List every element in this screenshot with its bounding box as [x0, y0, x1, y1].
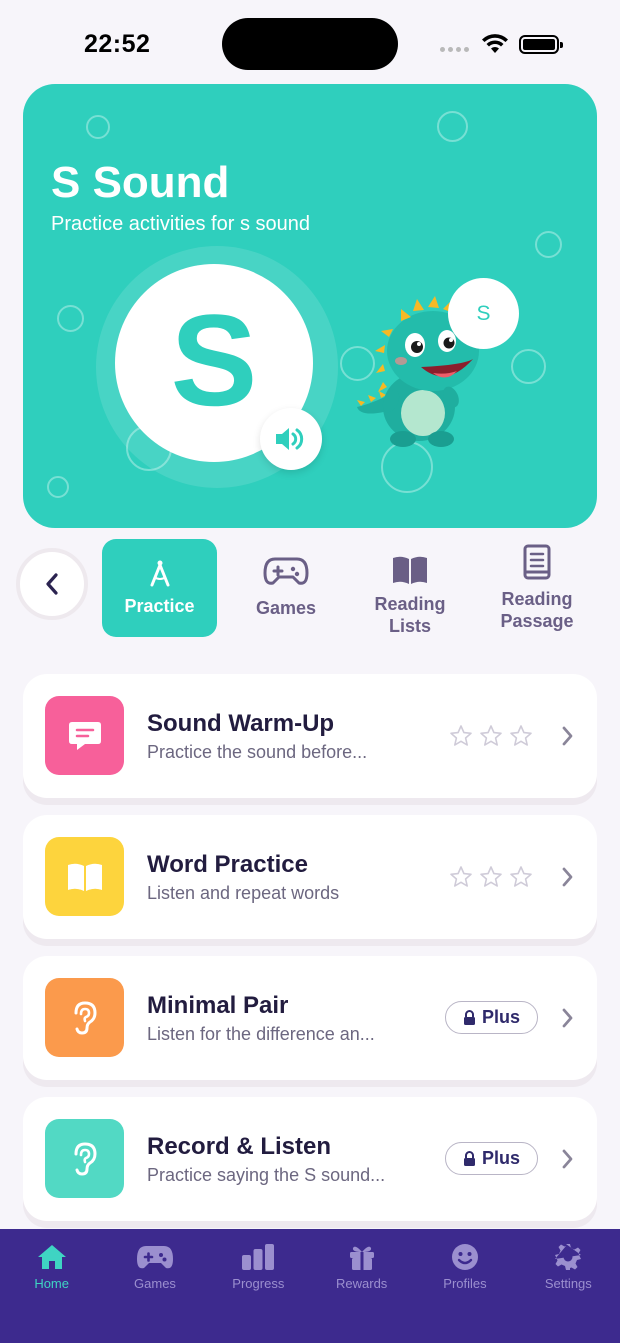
tab-label: Reading Lists [374, 594, 446, 636]
activity-icon-tile [45, 696, 124, 775]
page-subtitle: Practice activities for s sound [51, 213, 310, 235]
decorative-bubble [86, 115, 110, 139]
activity-icon-tile [45, 1119, 124, 1198]
speech-letter: S [476, 301, 491, 325]
tab-practice[interactable]: Practice [102, 539, 217, 637]
star-empty-icon [450, 725, 472, 746]
smiley-icon [451, 1244, 478, 1270]
bottom-nav: Home Games Progress Rewards Profiles Set… [0, 1229, 620, 1343]
wifi-icon [482, 34, 508, 53]
play-sound-button[interactable] [260, 408, 322, 470]
ear-icon [74, 1000, 97, 1035]
book-icon [523, 544, 551, 580]
activity-card-sound-warm-up[interactable]: Sound Warm-Up Practice the sound before.… [23, 674, 597, 798]
star-empty-icon [510, 866, 532, 887]
activity-description: Practice the sound before... [147, 742, 368, 762]
activity-icon-tile [45, 837, 124, 916]
activity-title: Record & Listen [147, 1133, 332, 1160]
chat-bubble-icon [68, 721, 101, 750]
book-icon [67, 863, 102, 891]
compass-icon [150, 560, 169, 587]
star-empty-icon [510, 725, 532, 746]
nav-games[interactable]: Games [103, 1229, 206, 1343]
speech-bubble: S [448, 278, 519, 349]
nav-label: Home [34, 1276, 69, 1291]
activity-description: Practice saying the S sound... [147, 1165, 386, 1185]
nav-profiles[interactable]: Profiles [413, 1229, 516, 1343]
gamepad-icon [136, 1246, 173, 1269]
chevron-right-icon [562, 867, 573, 887]
lock-icon [463, 1009, 475, 1025]
chevron-right-icon [562, 1008, 573, 1028]
activity-title: Word Practice [147, 851, 308, 878]
plus-badge: Plus [445, 1142, 538, 1175]
activity-description: Listen for the difference an... [147, 1024, 375, 1044]
nav-label: Games [134, 1276, 176, 1291]
plus-badge-label: Plus [481, 1148, 520, 1168]
tab-label: Practice [124, 596, 195, 616]
activity-icon-tile [45, 978, 124, 1057]
chevron-right-icon [562, 726, 573, 746]
activity-title: Minimal Pair [147, 992, 289, 1019]
back-button[interactable] [16, 548, 88, 620]
status-bar: 22:52 [0, 0, 620, 84]
nav-label: Settings [544, 1276, 592, 1291]
gamepad-icon [263, 557, 309, 585]
nav-label: Profiles [443, 1276, 487, 1291]
target-letter: S [170, 287, 258, 433]
activity-title: Sound Warm-Up [147, 710, 335, 737]
home-icon [37, 1245, 66, 1269]
activity-description: Listen and repeat words [147, 883, 340, 903]
gear-icon [555, 1244, 582, 1270]
star-rating [449, 724, 533, 748]
page-title: S Sound [51, 158, 230, 207]
lock-icon [463, 1150, 475, 1166]
decorative-bubble [511, 349, 546, 384]
bar-chart-icon [242, 1244, 275, 1270]
tab-reading-lists[interactable]: Reading Lists [360, 539, 460, 637]
sound-hero-card: S Sound Practice activities for s sound … [23, 84, 597, 528]
signal-icon [440, 47, 469, 52]
dynamic-island [222, 18, 398, 70]
nav-home[interactable]: Home [0, 1229, 103, 1343]
book-open-icon [393, 556, 427, 584]
decorative-bubble [57, 305, 84, 332]
plus-badge: Plus [445, 1001, 538, 1034]
nav-progress[interactable]: Progress [207, 1229, 310, 1343]
activity-card-minimal-pair[interactable]: Minimal Pair Listen for the difference a… [23, 956, 597, 1080]
star-empty-icon [480, 725, 502, 746]
activity-card-word-practice[interactable]: Word Practice Listen and repeat words [23, 815, 597, 939]
chevron-left-icon [46, 573, 58, 595]
speaker-icon [276, 428, 304, 450]
battery-icon [519, 35, 563, 54]
ear-icon [74, 1141, 97, 1176]
nav-rewards[interactable]: Rewards [310, 1229, 413, 1343]
nav-label: Progress [232, 1276, 285, 1291]
gift-icon [349, 1246, 374, 1270]
plus-badge-label: Plus [481, 1007, 520, 1027]
decorative-bubble [47, 476, 69, 498]
tab-label: Reading Passage [500, 589, 574, 631]
tab-reading-passage[interactable]: Reading Passage [487, 539, 587, 637]
activity-tabs: Practice Games Reading Lists Reading Pas… [0, 530, 620, 650]
activity-card-record-listen[interactable]: Record & Listen Practice saying the S so… [23, 1097, 597, 1221]
chevron-right-icon [562, 1149, 573, 1169]
decorative-bubble [535, 231, 562, 258]
nav-settings[interactable]: Settings [517, 1229, 620, 1343]
star-empty-icon [450, 866, 472, 887]
tab-label: Games [255, 598, 317, 618]
tab-games[interactable]: Games [236, 539, 336, 637]
star-empty-icon [480, 866, 502, 887]
decorative-bubble [437, 111, 468, 142]
status-time: 22:52 [84, 30, 151, 58]
nav-label: Rewards [336, 1276, 388, 1291]
star-rating [449, 865, 533, 889]
